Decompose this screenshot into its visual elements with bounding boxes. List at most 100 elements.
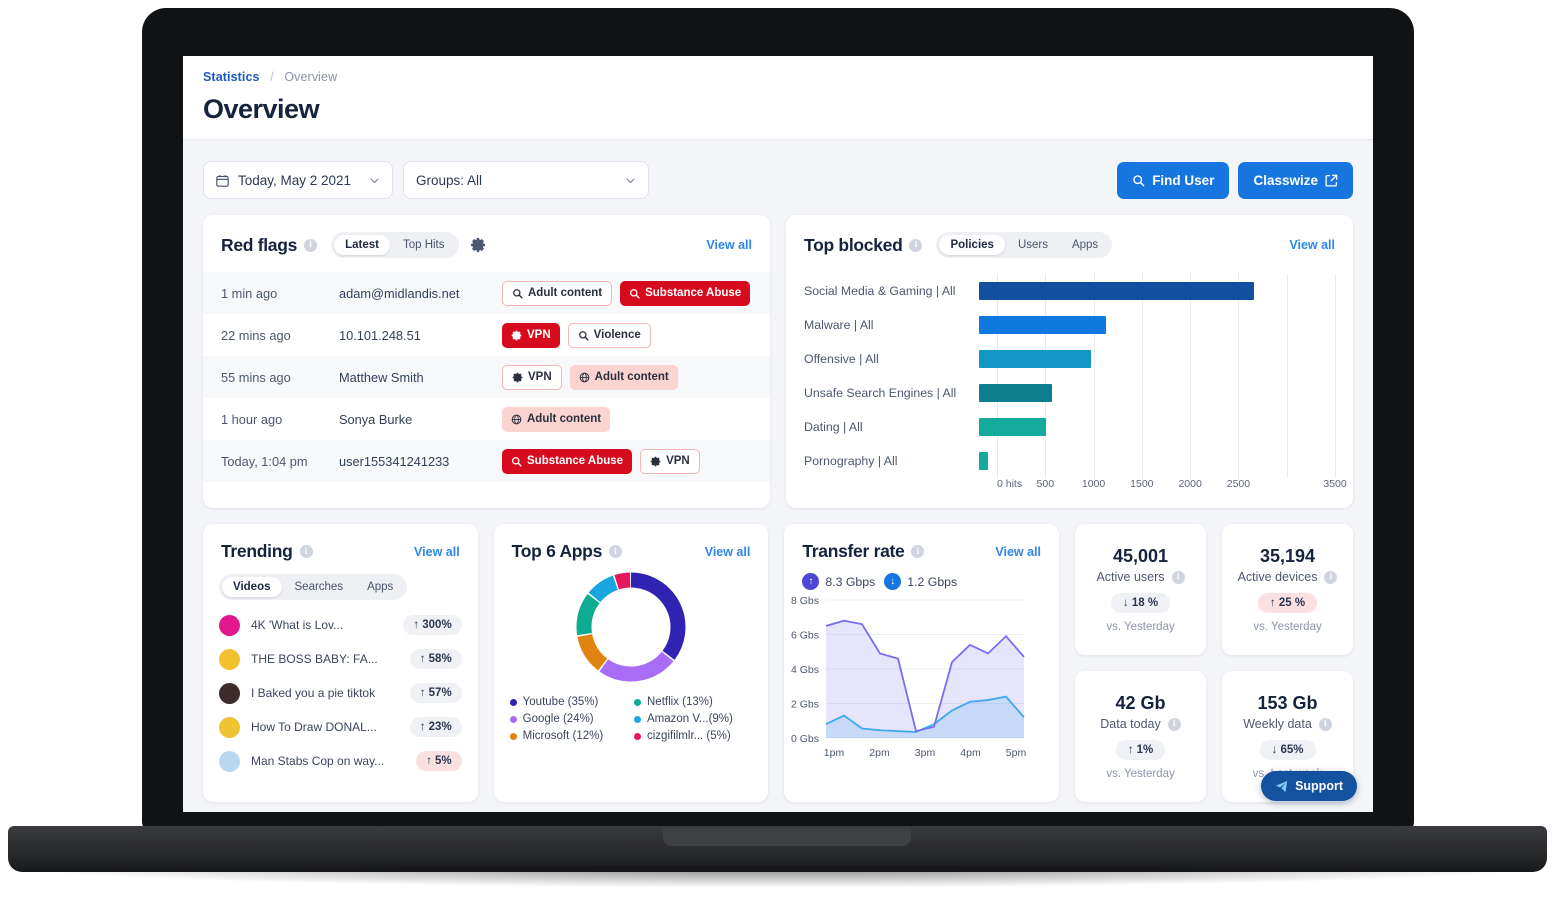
- area-chart-svg: 0 Gbs 2 Gbs 4 Gbs 6 Gbs 8 Gbs 1pm 2pm 3pm 4pm 5pm: [791, 595, 1027, 759]
- search-icon: [578, 330, 589, 341]
- info-icon[interactable]: i: [911, 545, 925, 558]
- search-icon: [1133, 174, 1145, 186]
- trending-change-badge: ↑ 58%: [409, 649, 462, 669]
- tab-policies[interactable]: Policies: [939, 235, 1005, 255]
- support-button[interactable]: Support: [1261, 771, 1357, 801]
- red-flag-row: Today, 1:04 pm user155341241233 Substance …: [203, 440, 770, 482]
- legend-item: Amazon V...(9%): [634, 713, 752, 725]
- kpi-label: Active devices i: [1238, 570, 1338, 584]
- trending-view-all[interactable]: View all: [414, 545, 460, 559]
- trending-list: 4K 'What is Lov... ↑ 300% THE BOSS BABY: F…: [203, 608, 478, 778]
- tab-videos[interactable]: Videos: [222, 577, 282, 597]
- legend-item: Youtube (35%): [509, 696, 628, 708]
- transfer-rate-area-chart: 0 Gbs 2 Gbs 4 Gbs 6 Gbs 8 Gbs 1pm 2pm 3pm 4pm 5pm: [784, 594, 1059, 769]
- transfer-rate-view-all[interactable]: View all: [995, 545, 1041, 559]
- x-axis-tick: 0 hits: [997, 478, 1023, 490]
- calendar-icon: [216, 174, 229, 187]
- red-flag-tags: Substance Abuse VPN: [502, 448, 752, 474]
- x-axis-tick: 1000: [1081, 478, 1106, 490]
- red-flag-tag[interactable]: Violence: [567, 322, 651, 348]
- date-filter-value: Today, May 2 2021: [238, 172, 352, 188]
- red-flag-tag[interactable]: VPN: [502, 364, 562, 390]
- bar-chart-x-axis: 0 hits 500 1000 1500 2000 2500 3500: [997, 478, 1347, 494]
- dashboard-row-1: Red flags i Latest Top Hits View all 1 mi…: [203, 215, 1353, 508]
- red-flag-tag-label: VPN: [666, 455, 690, 467]
- red-flag-row: 22 mins ago 10.101.248.51 VPN Violence: [203, 314, 770, 356]
- tab-latest[interactable]: Latest: [334, 235, 390, 255]
- red-flag-tag[interactable]: VPN: [640, 448, 700, 474]
- classwize-label: Classwize: [1253, 172, 1318, 188]
- red-flag-tag-label: Adult content: [527, 413, 602, 425]
- page-title: Overview: [203, 94, 320, 124]
- red-flag-tag[interactable]: Substance Abuse: [502, 448, 633, 474]
- gear-icon: [650, 456, 661, 466]
- legend-label: Netflix (13%): [647, 696, 713, 708]
- tab-apps[interactable]: Apps: [1061, 235, 1109, 255]
- info-icon[interactable]: i: [1318, 717, 1332, 731]
- page-header: Statistics / Overview Overview: [183, 56, 1373, 140]
- trending-row[interactable]: 4K 'What is Lov... ↑ 300%: [203, 608, 478, 642]
- laptop-mockup: Statistics / Overview Overview Today, Ma…: [0, 0, 1555, 906]
- red-flag-tag[interactable]: Substance Abuse: [620, 280, 751, 306]
- tab-searches[interactable]: Searches: [284, 577, 355, 597]
- kpi-change-badge: ↑ 25 %: [1257, 593, 1318, 613]
- trending-row[interactable]: THE BOSS BABY: FA... ↑ 58%: [203, 642, 478, 676]
- bar-track: [979, 342, 1335, 376]
- red-flag-tag-label: Adult content: [594, 371, 669, 383]
- kpi-label-text: Active devices: [1237, 570, 1318, 584]
- laptop-base-notch: [663, 828, 911, 846]
- classwize-button[interactable]: Classwize: [1238, 161, 1353, 199]
- info-icon[interactable]: i: [1324, 570, 1338, 584]
- gridline: [1335, 274, 1336, 478]
- find-user-button[interactable]: Find User: [1117, 161, 1230, 199]
- info-icon[interactable]: i: [304, 238, 318, 252]
- red-flags-card: Red flags i Latest Top Hits View all 1 mi…: [203, 215, 770, 508]
- kpi-label: Data today i: [1100, 717, 1181, 731]
- app-screen: Statistics / Overview Overview Today, Ma…: [183, 56, 1373, 812]
- area-fill: [826, 620, 1025, 738]
- info-icon[interactable]: i: [299, 545, 313, 558]
- bar: [979, 452, 989, 470]
- red-flag-tag[interactable]: Adult content: [502, 406, 611, 432]
- bar: [979, 350, 1091, 368]
- y-axis-tick: 6 Gbs: [791, 630, 819, 642]
- top-blocked-card: Top blocked i Policies Users Apps View all…: [786, 215, 1353, 508]
- bar-track: [979, 410, 1335, 444]
- trending-thumbnail: [219, 716, 240, 738]
- red-flags-view-all[interactable]: View all: [706, 238, 752, 252]
- kpi-label: Weekly data i: [1243, 717, 1332, 731]
- transfer-rate-header: Transfer rate i View all: [784, 524, 1059, 562]
- trending-row[interactable]: How To Draw DONAL... ↑ 23%: [203, 710, 478, 744]
- x-axis-tick: 1pm: [824, 747, 845, 759]
- red-flag-time: 55 mins ago: [221, 369, 291, 385]
- info-icon[interactable]: i: [909, 238, 923, 252]
- info-icon[interactable]: i: [1167, 717, 1181, 731]
- breadcrumb-separator: /: [270, 70, 274, 84]
- red-flag-tag[interactable]: VPN: [502, 322, 560, 348]
- bar: [979, 316, 1107, 334]
- group-filter-select[interactable]: Groups: All: [403, 161, 649, 199]
- red-flag-tag[interactable]: Adult content: [502, 280, 613, 306]
- info-icon[interactable]: i: [1171, 570, 1185, 584]
- x-axis-tick: 5pm: [1006, 747, 1027, 759]
- top-blocked-view-all[interactable]: View all: [1289, 238, 1335, 252]
- tab-users[interactable]: Users: [1007, 235, 1059, 255]
- red-flag-tag[interactable]: Adult content: [569, 364, 678, 390]
- trending-row[interactable]: I Baked you a pie tiktok ↑ 57%: [203, 676, 478, 710]
- y-axis-tick: 2 Gbs: [791, 699, 819, 711]
- bar-track: [979, 308, 1335, 342]
- top-apps-view-all[interactable]: View all: [705, 545, 751, 559]
- search-icon: [513, 288, 523, 299]
- bar-category-label: Dating | All: [804, 420, 863, 434]
- trending-row[interactable]: Man Stabs Cop on way... ↑ 5%: [203, 744, 478, 778]
- trending-thumbnail: [219, 750, 240, 772]
- search-icon: [630, 288, 640, 299]
- date-filter-select[interactable]: Today, May 2 2021: [203, 161, 393, 199]
- breadcrumb-statistics[interactable]: Statistics: [203, 70, 260, 84]
- kpi-value: 45,001: [1112, 546, 1169, 566]
- tab-top-hits[interactable]: Top Hits: [392, 235, 456, 255]
- red-flag-row: 1 hour ago Sonya Burke Adult content: [203, 398, 770, 440]
- tab-apps[interactable]: Apps: [356, 577, 404, 597]
- info-icon[interactable]: i: [609, 545, 622, 558]
- settings-gear-icon[interactable]: [470, 237, 486, 253]
